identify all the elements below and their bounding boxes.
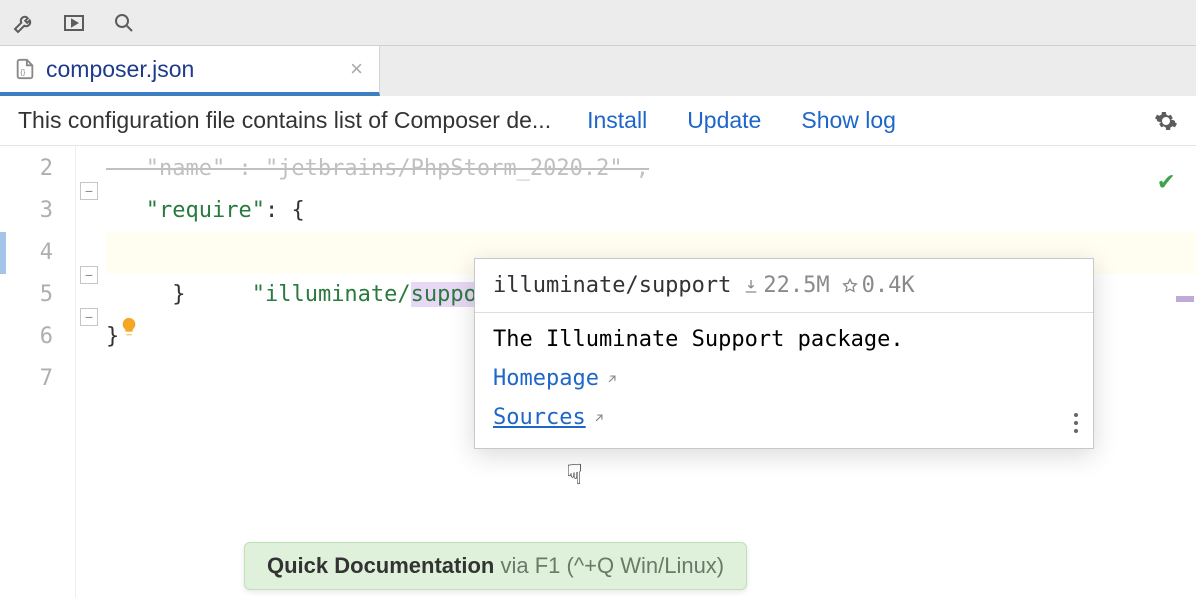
composer-notice-bar: This configuration file contains list of… [0, 96, 1196, 146]
line-number: 6 [0, 316, 53, 358]
code-area[interactable]: "name" : "jetbrains/PhpStorm_2020.2" , "… [76, 146, 1196, 598]
sources-link[interactable]: Sources [493, 405, 606, 430]
code-editor[interactable]: 2 3 4 5 6 7 − − − "name" : "jetbrains/Ph… [0, 146, 1196, 598]
homepage-link[interactable]: Homepage [493, 366, 619, 391]
update-link[interactable]: Update [687, 107, 761, 134]
line-number: 7 [0, 358, 53, 400]
gutter: 2 3 4 5 6 7 [0, 146, 76, 598]
notice-actions: Install Update Show log [587, 107, 896, 134]
editor-tabbar: {} composer.json × [0, 46, 1196, 96]
downloads-stat: 22.5M [743, 273, 829, 298]
stars-stat: 0.4K [842, 273, 915, 298]
quick-doc-popup: illuminate/support 22.5M 0.4K The Illumi… [474, 258, 1094, 449]
line-number: 3 [0, 190, 53, 232]
run-config-icon[interactable] [60, 9, 88, 37]
popup-header: illuminate/support 22.5M 0.4K [475, 259, 1093, 313]
popup-description: The Illuminate Support package. [493, 327, 1075, 352]
search-icon[interactable] [110, 9, 138, 37]
tip-title: Quick Documentation [267, 553, 494, 578]
error-stripe-mark[interactable] [1176, 296, 1194, 302]
popup-body: The Illuminate Support package. Homepage… [475, 313, 1093, 448]
tip-banner: Quick Documentation via F1 (^+Q Win/Linu… [244, 542, 747, 590]
code-line: "name" : "jetbrains/PhpStorm_2020.2" , [106, 148, 1196, 190]
code-line: "require": { [106, 190, 1196, 232]
tip-shortcut: via F1 (^+Q Win/Linux) [494, 553, 724, 578]
close-icon[interactable]: × [350, 56, 363, 82]
tab-label: composer.json [46, 56, 194, 83]
popup-title: illuminate/support [493, 273, 731, 298]
showlog-link[interactable]: Show log [801, 107, 896, 134]
notice-text: This configuration file contains list of… [18, 107, 551, 134]
svg-text:{}: {} [20, 68, 25, 77]
json-file-icon: {} [14, 58, 36, 80]
install-link[interactable]: Install [587, 107, 647, 134]
editor-scrollbar[interactable] [1174, 146, 1196, 598]
kebab-menu-icon[interactable] [1073, 412, 1079, 434]
inspection-ok-icon[interactable]: ✔ [1158, 166, 1174, 196]
tab-composer-json[interactable]: {} composer.json × [0, 46, 380, 96]
intention-bulb-icon[interactable] [118, 316, 140, 338]
line-number: 4 [0, 232, 53, 274]
gear-icon[interactable] [1154, 109, 1178, 133]
pointer-cursor-icon: ☟ [566, 458, 583, 491]
wrench-icon[interactable] [10, 9, 38, 37]
line-number: 5 [0, 274, 53, 316]
main-toolbar [0, 0, 1196, 46]
line-number: 2 [0, 148, 53, 190]
